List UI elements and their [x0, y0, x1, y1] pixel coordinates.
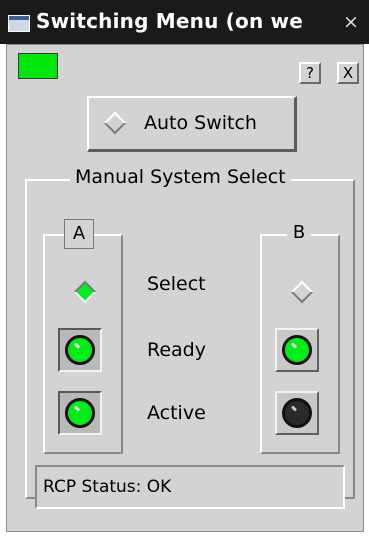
select-row-label: Select: [147, 273, 206, 295]
close-button[interactable]: X: [337, 62, 359, 84]
close-icon[interactable]: ×: [343, 11, 359, 33]
system-a-select-radio-icon[interactable]: [73, 280, 97, 304]
system-b-column: B: [260, 222, 340, 454]
switching-menu-window: ? X Auto Switch Manual System Select A B…: [6, 44, 364, 532]
auto-switch-radio-icon: [103, 111, 127, 135]
led-indicator-icon: [282, 398, 312, 428]
system-a-ready-indicator: [58, 328, 102, 372]
title-bar: Switching Menu (on we ×: [0, 0, 369, 44]
rcp-status-field: RCP Status: OK: [35, 465, 345, 509]
led-indicator-icon: [65, 398, 95, 428]
auto-switch-button[interactable]: Auto Switch: [87, 96, 297, 152]
auto-switch-label: Auto Switch: [144, 112, 257, 134]
window-icon: [8, 15, 30, 32]
manual-system-select-title: Manual System Select: [70, 166, 291, 188]
system-b-ready-indicator: [275, 328, 319, 372]
help-button[interactable]: ?: [299, 62, 321, 84]
rcp-status-text: RCP Status: OK: [43, 477, 172, 497]
system-a-column: A: [43, 219, 123, 454]
window-title: Switching Menu (on we: [36, 9, 303, 33]
system-a-button[interactable]: A: [64, 219, 94, 249]
status-indicator: [18, 53, 58, 79]
led-indicator-icon: [282, 335, 312, 365]
led-indicator-icon: [65, 335, 95, 365]
ready-row-label: Ready: [147, 339, 206, 361]
system-a-active-indicator: [58, 391, 102, 435]
system-b-label: B: [287, 222, 311, 243]
system-b-select-radio-icon[interactable]: [290, 280, 314, 304]
active-row-label: Active: [147, 402, 206, 424]
system-b-active-indicator: [275, 391, 319, 435]
